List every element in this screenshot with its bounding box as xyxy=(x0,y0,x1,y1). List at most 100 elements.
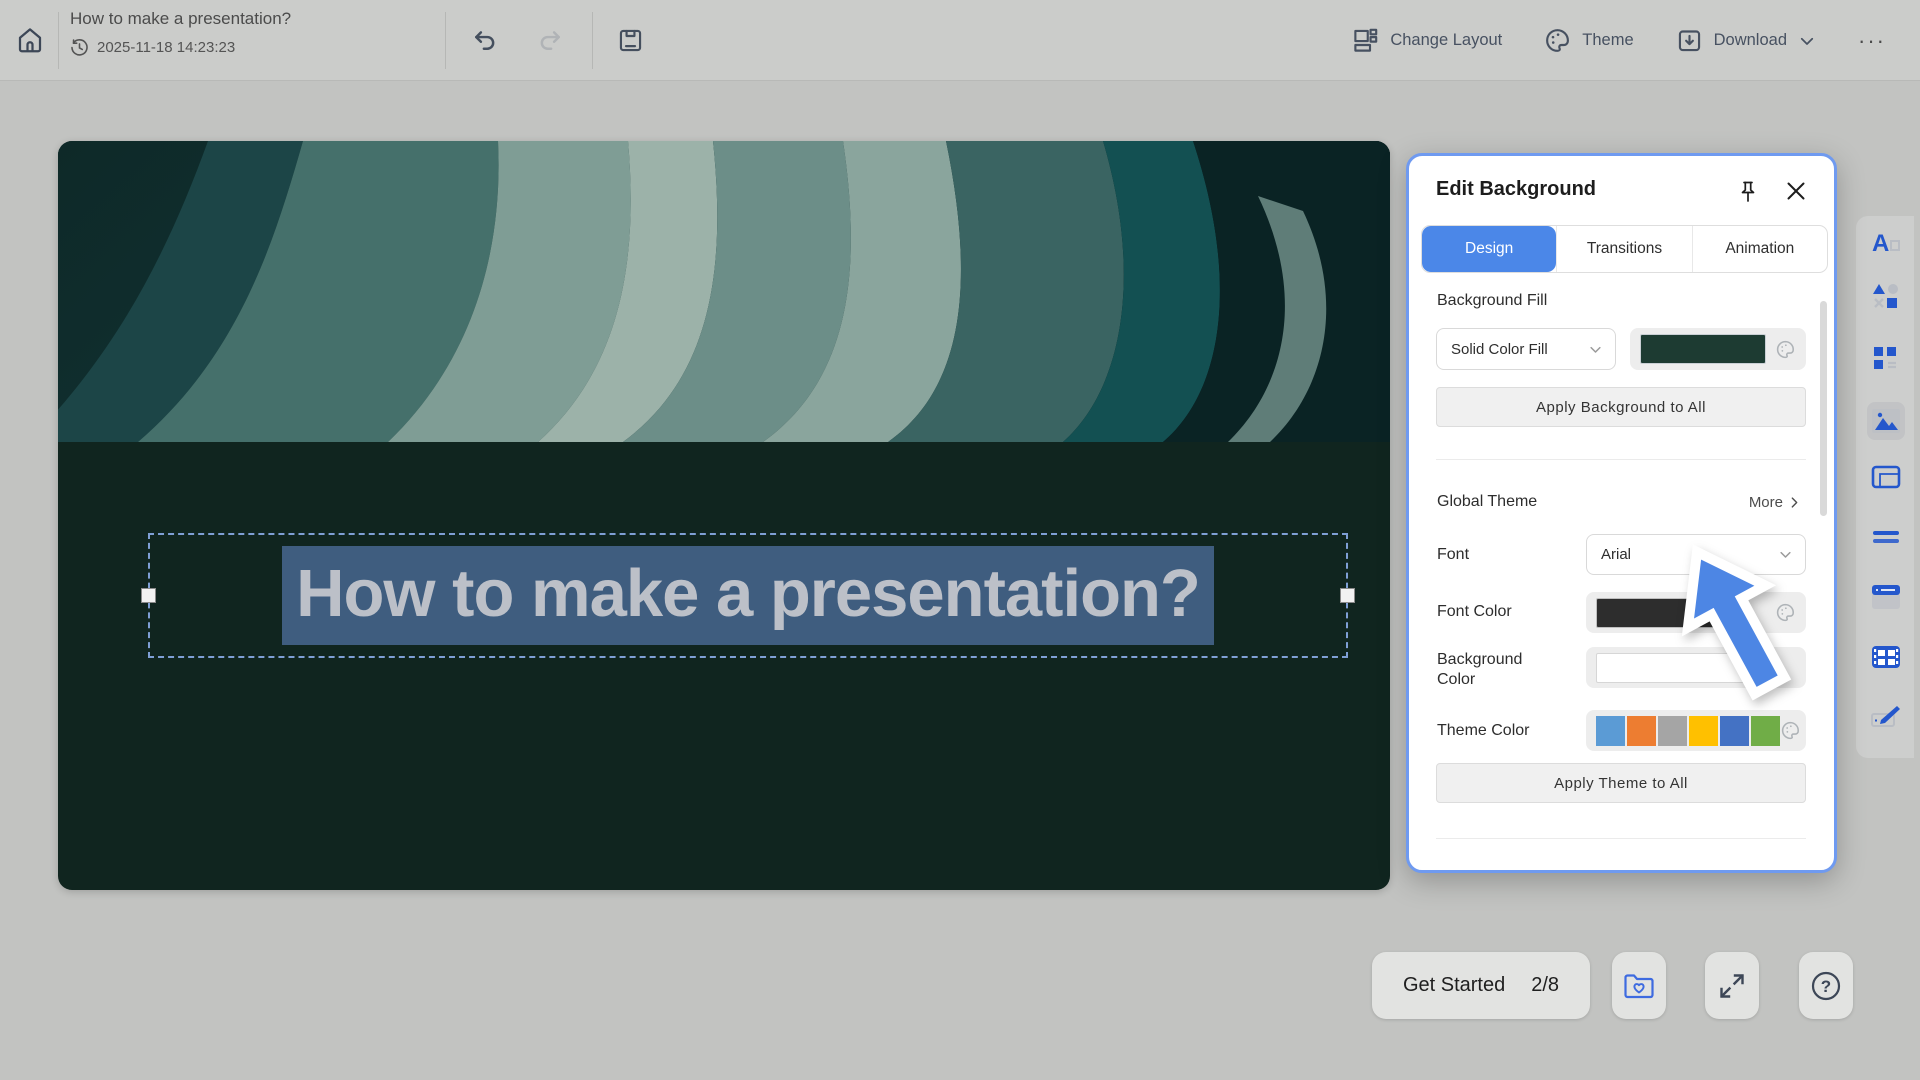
theme-color-swatch[interactable] xyxy=(1658,716,1687,746)
video-tool-button[interactable] xyxy=(1870,641,1902,673)
help-icon: ? xyxy=(1810,970,1842,1002)
global-theme-label: Global Theme xyxy=(1437,493,1537,511)
tab-design[interactable]: Design xyxy=(1422,226,1556,272)
font-value: Arial xyxy=(1601,546,1631,563)
font-color-field[interactable] xyxy=(1586,592,1806,633)
theme-color-field xyxy=(1586,710,1806,751)
top-toolbar: How to make a presentation? 2025-11-18 1… xyxy=(0,0,1920,81)
redo-icon xyxy=(536,26,564,54)
chevron-down-icon xyxy=(1778,547,1793,562)
theme-color-swatch[interactable] xyxy=(1720,716,1749,746)
theme-palette-icon xyxy=(1544,27,1571,54)
get-started-progress: 2/8 xyxy=(1531,974,1559,997)
tab-animation[interactable]: Animation xyxy=(1692,226,1827,272)
fill-type-dropdown[interactable]: Solid Color Fill xyxy=(1436,328,1616,370)
panel-scrollbar[interactable] xyxy=(1820,301,1827,516)
theme-color-label: Theme Color xyxy=(1437,721,1557,741)
theme-color-swatch[interactable] xyxy=(1689,716,1718,746)
draw-tool-icon xyxy=(1871,702,1901,728)
resize-handle-right[interactable] xyxy=(1340,588,1355,603)
background-color-field[interactable] xyxy=(1586,647,1806,688)
change-layout-label: Change Layout xyxy=(1390,31,1502,50)
panel-tab-bar: Design Transitions Animation xyxy=(1421,225,1828,273)
pin-icon xyxy=(1737,180,1759,204)
undo-icon xyxy=(471,26,499,54)
resize-handle-left[interactable] xyxy=(141,588,156,603)
last-saved-time: 2025-11-18 14:23:23 xyxy=(70,38,235,57)
get-started-label: Get Started xyxy=(1403,974,1505,997)
fill-type-value: Solid Color Fill xyxy=(1451,341,1548,358)
toolbar-divider xyxy=(58,12,59,69)
edit-background-panel: Edit Background Design Transitions Anima… xyxy=(1406,153,1837,873)
frame-tool-button[interactable] xyxy=(1870,461,1902,493)
grid-tool-icon xyxy=(1872,344,1900,372)
color-picker-palette-icon[interactable] xyxy=(1775,339,1796,360)
tab-transitions[interactable]: Transitions xyxy=(1556,226,1691,272)
background-fill-color-swatch[interactable] xyxy=(1640,334,1766,364)
get-started-button[interactable]: Get Started 2/8 xyxy=(1372,952,1590,1019)
font-dropdown[interactable]: Arial xyxy=(1586,534,1806,575)
theme-color-swatches[interactable] xyxy=(1596,716,1780,746)
background-fill-label: Background Fill xyxy=(1437,292,1547,310)
favorites-folder-icon xyxy=(1623,971,1655,1001)
download-button[interactable]: Download xyxy=(1676,27,1816,54)
background-fill-color-field[interactable] xyxy=(1630,328,1806,370)
home-icon xyxy=(15,25,45,55)
font-color-label: Font Color xyxy=(1437,602,1557,622)
more-menu-button[interactable]: ··· xyxy=(1858,28,1886,54)
chevron-down-icon xyxy=(1798,32,1816,50)
video-tool-icon xyxy=(1871,644,1901,670)
lines-tool-button[interactable] xyxy=(1870,521,1902,553)
close-panel-button[interactable] xyxy=(1781,176,1811,206)
text-tool-button[interactable]: A xyxy=(1870,227,1902,259)
download-label: Download xyxy=(1714,31,1787,50)
toolbar-divider xyxy=(445,12,446,69)
change-layout-icon xyxy=(1352,27,1379,54)
color-picker-palette-icon[interactable] xyxy=(1780,720,1801,741)
favorites-button[interactable] xyxy=(1612,952,1666,1019)
draw-tool-button[interactable] xyxy=(1870,699,1902,731)
svg-text:A: A xyxy=(1872,230,1889,256)
global-theme-more-link[interactable]: More xyxy=(1749,494,1801,511)
color-picker-palette-icon[interactable] xyxy=(1775,602,1796,623)
svg-text:?: ? xyxy=(1821,977,1831,996)
theme-color-swatch[interactable] xyxy=(1596,716,1625,746)
element-toolbar: A xyxy=(1856,216,1914,758)
undo-button[interactable] xyxy=(463,18,507,62)
slide-title-text[interactable]: How to make a presentation? xyxy=(282,546,1214,645)
chevron-right-icon xyxy=(1788,496,1801,509)
image-tool-button[interactable] xyxy=(1867,402,1905,440)
background-color-label: Background Color xyxy=(1437,650,1557,690)
apply-theme-to-all-button[interactable]: Apply Theme to All xyxy=(1436,763,1806,803)
timestamp-text: 2025-11-18 14:23:23 xyxy=(97,39,235,56)
fullscreen-button[interactable] xyxy=(1705,952,1759,1019)
apply-background-to-all-button[interactable]: Apply Background to All xyxy=(1436,387,1806,427)
chevron-down-icon xyxy=(1588,342,1603,357)
pin-panel-button[interactable] xyxy=(1734,178,1762,206)
card-tool-button[interactable] xyxy=(1870,581,1902,613)
download-icon xyxy=(1676,27,1703,54)
slide-canvas[interactable]: How to make a presentation? xyxy=(58,141,1390,890)
help-button[interactable]: ? xyxy=(1799,952,1853,1019)
change-layout-button[interactable]: Change Layout xyxy=(1352,27,1502,54)
text-tool-icon: A xyxy=(1871,230,1901,256)
grid-tool-button[interactable] xyxy=(1870,342,1902,374)
save-button[interactable] xyxy=(608,18,652,62)
fullscreen-icon xyxy=(1717,971,1747,1001)
theme-color-swatch[interactable] xyxy=(1627,716,1656,746)
history-clock-icon xyxy=(70,38,89,57)
redo-button[interactable] xyxy=(528,18,572,62)
theme-color-swatch[interactable] xyxy=(1751,716,1780,746)
more-label: More xyxy=(1749,494,1783,511)
font-label: Font xyxy=(1437,545,1557,565)
font-color-swatch[interactable] xyxy=(1596,598,1724,628)
theme-button[interactable]: Theme xyxy=(1544,27,1633,54)
section-divider xyxy=(1436,459,1806,460)
section-divider xyxy=(1436,838,1806,839)
shapes-tool-icon xyxy=(1872,282,1900,310)
background-color-swatch[interactable] xyxy=(1596,653,1776,683)
home-button[interactable] xyxy=(8,18,52,62)
shapes-tool-button[interactable] xyxy=(1870,280,1902,312)
toolbar-divider xyxy=(592,12,593,69)
card-tool-icon xyxy=(1871,584,1901,610)
